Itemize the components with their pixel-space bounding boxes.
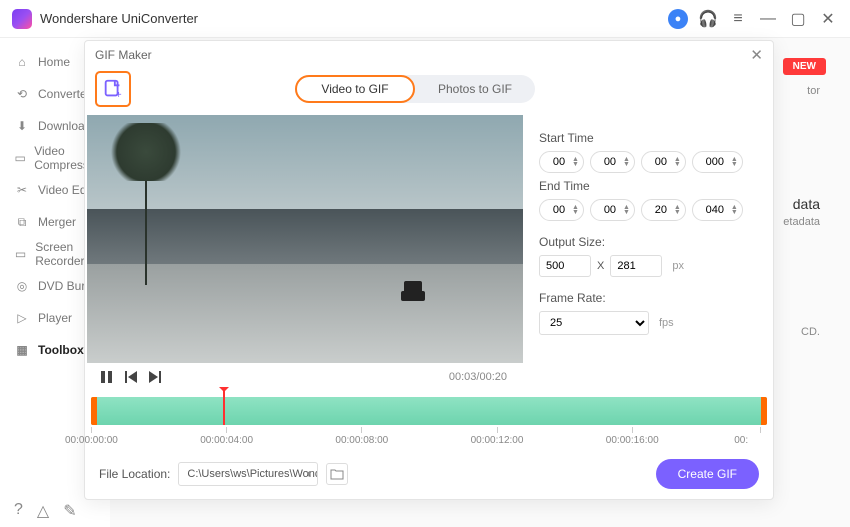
sidebar-bottom: ? △ ✎: [0, 501, 110, 521]
bg-text: tor: [807, 85, 820, 97]
sidebar-item-label: Merger: [38, 215, 76, 229]
preview-scene: [401, 291, 425, 301]
timeline-ruler: 00:00:00:00 00:00:04:00 00:00:08:00 00:0…: [91, 427, 767, 451]
close-icon[interactable]: ✕: [750, 46, 763, 64]
help-icon[interactable]: ?: [14, 501, 23, 521]
compress-icon: ▭: [14, 150, 26, 166]
video-preview[interactable]: [87, 115, 523, 363]
ruler-label: 00:: [734, 435, 794, 446]
frame-rate-select[interactable]: 25: [539, 311, 649, 335]
start-hours[interactable]: ▲▼: [539, 151, 584, 173]
convert-icon: ⟲: [14, 86, 30, 102]
end-minutes[interactable]: ▲▼: [590, 199, 635, 221]
titlebar: Wondershare UniConverter ● 🎧 ≡ — ▢ ✕: [0, 0, 850, 38]
pause-button[interactable]: [101, 371, 113, 383]
merge-icon: ⧉: [14, 214, 30, 230]
stepper-icon[interactable]: ▲▼: [731, 205, 738, 215]
bell-icon[interactable]: △: [37, 501, 49, 521]
new-badge: NEW: [783, 58, 826, 75]
next-frame-button[interactable]: [149, 371, 161, 383]
support-icon[interactable]: 🎧: [698, 9, 718, 29]
modal-toolbar: + Video to GIF Photos to GIF: [85, 69, 773, 115]
sidebar-item-label: Home: [38, 55, 70, 69]
download-icon: ⬇: [14, 118, 30, 134]
sidebar-item-label: Player: [38, 311, 72, 325]
sidebar-item-label: Toolbox: [38, 343, 84, 357]
start-minutes[interactable]: ▲▼: [590, 151, 635, 173]
output-width-input[interactable]: [539, 255, 591, 277]
output-size-label: Output Size:: [539, 235, 757, 249]
ruler-label: 00:00:12:00: [471, 435, 531, 446]
grid-icon: ▦: [14, 342, 30, 358]
feedback-icon[interactable]: ✎: [63, 501, 76, 521]
end-hours[interactable]: ▲▼: [539, 199, 584, 221]
add-file-button[interactable]: +: [95, 71, 131, 107]
frame-rate-label: Frame Rate:: [539, 291, 757, 305]
stepper-icon[interactable]: ▲▼: [623, 205, 630, 215]
file-location-select[interactable]: C:\Users\ws\Pictures\Wonders: [178, 462, 318, 486]
playhead[interactable]: [223, 389, 225, 425]
home-icon: ⌂: [14, 54, 30, 70]
mode-tabs: Video to GIF Photos to GIF: [295, 75, 535, 103]
preview-column: 00:03/00:20: [85, 115, 521, 393]
stepper-icon[interactable]: ▲▼: [731, 157, 738, 167]
window-maximize[interactable]: ▢: [788, 9, 808, 29]
create-gif-button[interactable]: Create GIF: [656, 459, 759, 489]
prev-frame-button[interactable]: [125, 371, 137, 383]
end-seconds[interactable]: ▲▼: [641, 199, 686, 221]
disc-icon: ◎: [14, 278, 30, 294]
stepper-icon[interactable]: ▲▼: [623, 157, 630, 167]
ruler-label: 00:00:16:00: [606, 435, 666, 446]
modal-footer: File Location: C:\Users\ws\Pictures\Wond…: [85, 451, 773, 499]
dimension-separator: X: [597, 260, 604, 272]
start-seconds[interactable]: ▲▼: [641, 151, 686, 173]
open-folder-button[interactable]: [326, 463, 348, 485]
ruler-label: 00:00:04:00: [200, 435, 260, 446]
player-controls: 00:03/00:20: [87, 363, 521, 391]
record-icon: ▭: [14, 246, 27, 262]
modal-header: GIF Maker ✕: [85, 41, 773, 69]
bg-text: etadata: [783, 216, 820, 228]
timeline-track[interactable]: [91, 397, 767, 425]
tab-photos-to-gif[interactable]: Photos to GIF: [415, 75, 535, 103]
px-unit: px: [672, 260, 684, 272]
stepper-icon[interactable]: ▲▼: [572, 157, 579, 167]
end-time-label: End Time: [539, 179, 757, 193]
app-logo: [12, 9, 32, 29]
range-handle-end[interactable]: [761, 397, 767, 425]
bg-text: data: [793, 196, 820, 212]
folder-icon: [330, 468, 344, 480]
timeline: 00:00:00:00 00:00:04:00 00:00:08:00 00:0…: [85, 393, 773, 451]
app-title: Wondershare UniConverter: [40, 11, 662, 26]
file-location-label: File Location:: [99, 467, 170, 481]
fps-unit: fps: [659, 317, 674, 329]
end-millis[interactable]: ▲▼: [692, 199, 743, 221]
window-minimize[interactable]: —: [758, 9, 778, 29]
start-time-label: Start Time: [539, 131, 757, 145]
settings-column: Start Time ▲▼ ▲▼ ▲▼ ▲▼ End Time ▲▼ ▲▼ ▲▼…: [521, 115, 773, 393]
ruler-label: 00:00:08:00: [335, 435, 395, 446]
stepper-icon[interactable]: ▲▼: [674, 157, 681, 167]
sidebar-item-label: Converter: [38, 87, 91, 101]
svg-text:+: +: [116, 90, 122, 100]
add-file-icon: +: [102, 78, 124, 100]
timecode: 00:03/00:20: [449, 371, 507, 383]
ruler-label: 00:00:00:00: [65, 435, 125, 446]
range-handle-start[interactable]: [91, 397, 97, 425]
play-icon: ▷: [14, 310, 30, 326]
tab-video-to-gif[interactable]: Video to GIF: [295, 75, 415, 103]
gif-maker-modal: GIF Maker ✕ + Video to GIF Photos to GIF…: [84, 40, 774, 500]
start-millis[interactable]: ▲▼: [692, 151, 743, 173]
stepper-icon[interactable]: ▲▼: [674, 205, 681, 215]
bg-text: CD.: [801, 326, 820, 338]
preview-scene: [145, 145, 147, 285]
menu-icon[interactable]: ≡: [728, 9, 748, 29]
stepper-icon[interactable]: ▲▼: [572, 205, 579, 215]
window-close[interactable]: ✕: [818, 9, 838, 29]
user-avatar[interactable]: ●: [668, 9, 688, 29]
output-height-input[interactable]: [610, 255, 662, 277]
file-location-value: C:\Users\ws\Pictures\Wonders: [187, 468, 318, 480]
scissors-icon: ✂: [14, 182, 30, 198]
modal-title: GIF Maker: [95, 48, 152, 62]
